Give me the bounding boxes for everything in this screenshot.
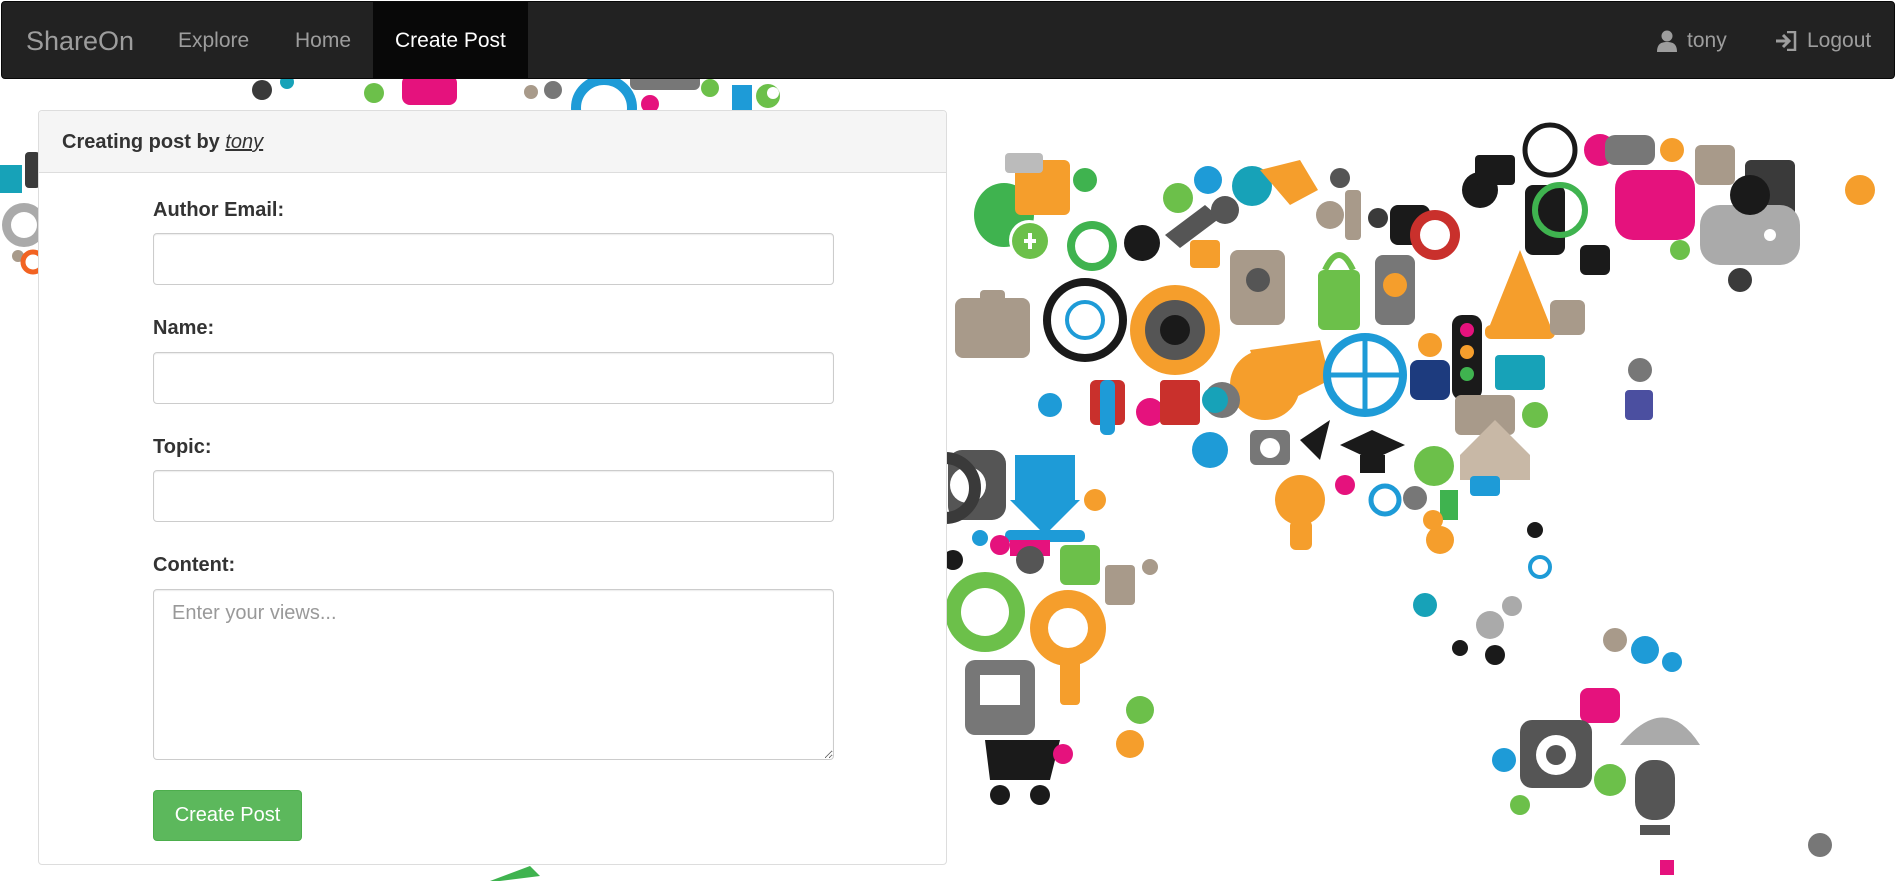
panel-heading-text: Creating post by (62, 131, 220, 153)
create-post-button[interactable]: Create Post (153, 790, 302, 841)
nav-explore[interactable]: Explore (178, 2, 249, 78)
brand-link[interactable]: ShareOn (26, 2, 134, 80)
topic-label: Topic: (153, 436, 212, 458)
content-textarea[interactable] (153, 589, 834, 760)
nav-create-post[interactable]: Create Post (373, 2, 528, 78)
panel-heading: Creating post by tony (39, 111, 946, 173)
top-navbar: ShareOn Explore Home Create Post tony Lo… (1, 1, 1895, 79)
user-menu[interactable]: tony (1657, 2, 1727, 80)
content-label: Content: (153, 554, 236, 576)
author-email-label: Author Email: (153, 199, 285, 221)
log-in-icon (1775, 31, 1797, 51)
nav-home[interactable]: Home (295, 2, 351, 78)
name-label: Name: (153, 317, 215, 339)
author-email-field[interactable] (153, 233, 834, 285)
create-post-panel: Creating post by tony Author Email: Name… (38, 110, 947, 865)
name-field[interactable] (153, 352, 834, 404)
panel-heading-author: tony (225, 131, 264, 153)
logout-link[interactable]: Logout (1775, 2, 1871, 80)
user-icon (1657, 30, 1677, 52)
user-name: tony (1687, 29, 1727, 52)
topic-field[interactable] (153, 470, 834, 522)
logout-label: Logout (1807, 29, 1872, 52)
